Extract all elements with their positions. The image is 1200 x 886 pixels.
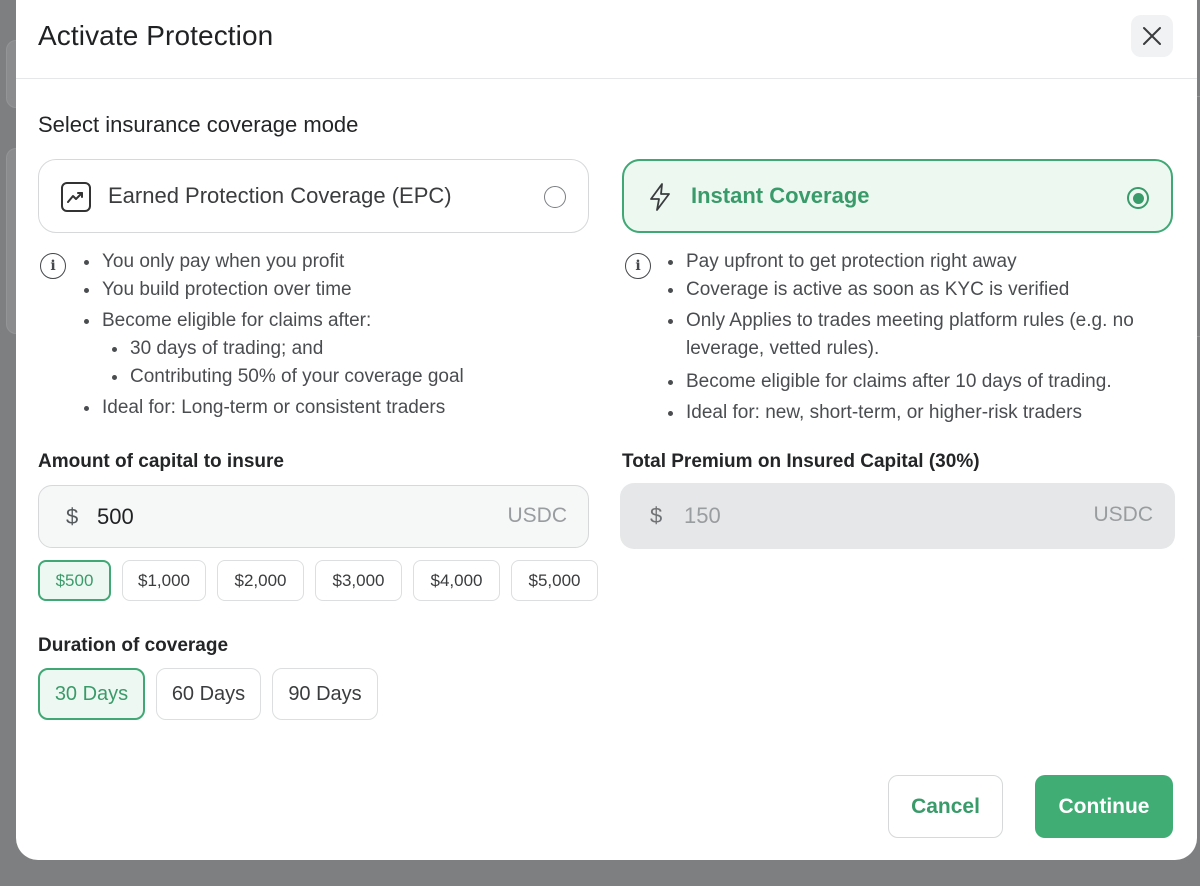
- lightning-icon: [650, 183, 670, 211]
- cancel-button[interactable]: Cancel: [888, 775, 1003, 838]
- list-item: You only pay when you profit: [82, 248, 464, 276]
- duration-option-90[interactable]: 90 Days: [272, 668, 378, 720]
- amount-unit: USDC: [507, 504, 567, 527]
- list-item: Only Applies to trades meeting platform …: [666, 307, 1134, 335]
- instant-mode-card[interactable]: Instant Coverage: [622, 159, 1173, 233]
- premium-field: $ 150 USDC: [620, 483, 1175, 549]
- amount-preset-5000[interactable]: $5,000: [511, 560, 598, 601]
- modal-title: Activate Protection: [38, 20, 274, 51]
- currency-symbol: $: [66, 504, 79, 529]
- list-item: 30 days of trading; and: [82, 335, 464, 363]
- list-item: Contributing 50% of your coverage goal: [82, 363, 464, 391]
- close-icon: [1143, 27, 1161, 45]
- epc-mode-card[interactable]: Earned Protection Coverage (EPC): [38, 159, 589, 233]
- duration-option-30[interactable]: 30 Days: [38, 668, 145, 720]
- list-item: Pay upfront to get protection right away: [666, 248, 1134, 276]
- amount-preset-500[interactable]: $500: [38, 560, 111, 601]
- list-item: Ideal for: Long-term or consistent trade…: [82, 394, 464, 422]
- amount-preset-4000[interactable]: $4,000: [413, 560, 500, 601]
- amount-value[interactable]: 500: [97, 504, 134, 530]
- premium-label: Total Premium on Insured Capital (30%): [622, 451, 980, 472]
- premium-unit: USDC: [1093, 503, 1153, 526]
- amount-preset-2000[interactable]: $2,000: [217, 560, 304, 601]
- trending-up-icon: [61, 182, 91, 212]
- activate-protection-modal: Activate Protection Select insurance cov…: [16, 0, 1197, 860]
- instant-bullet-list: Pay upfront to get protection right away…: [666, 248, 1134, 427]
- instant-mode-label: Instant Coverage: [691, 183, 870, 208]
- list-item: Become eligible for claims after 10 days…: [666, 368, 1134, 396]
- duration-option-60[interactable]: 60 Days: [156, 668, 261, 720]
- list-item: You build protection over time: [82, 276, 464, 304]
- list-item-continuation: leverage, vetted rules).: [686, 338, 880, 359]
- instant-radio[interactable]: [1127, 187, 1149, 209]
- list-item: Ideal for: new, short-term, or higher-ri…: [666, 399, 1134, 427]
- info-icon: i: [625, 253, 651, 279]
- epc-radio[interactable]: [544, 186, 566, 208]
- amount-preset-1000[interactable]: $1,000: [122, 560, 206, 601]
- amount-label: Amount of capital to insure: [38, 451, 284, 472]
- continue-button[interactable]: Continue: [1035, 775, 1173, 838]
- modal-header: Activate Protection: [16, 0, 1197, 79]
- epc-bullet-list: You only pay when you profit You build p…: [82, 248, 464, 422]
- close-button[interactable]: [1131, 15, 1173, 57]
- currency-symbol: $: [650, 503, 663, 528]
- amount-input[interactable]: $ 500 USDC: [38, 485, 589, 548]
- amount-preset-3000[interactable]: $3,000: [315, 560, 402, 601]
- info-icon: i: [40, 253, 66, 279]
- coverage-mode-label: Select insurance coverage mode: [38, 112, 359, 137]
- list-item: Become eligible for claims after:: [82, 307, 464, 335]
- radio-selected-dot: [1132, 192, 1144, 204]
- duration-label: Duration of coverage: [38, 635, 229, 656]
- list-item: Coverage is active as soon as KYC is ver…: [666, 276, 1134, 304]
- premium-value: 150: [684, 503, 721, 528]
- epc-mode-label: Earned Protection Coverage (EPC): [108, 183, 452, 208]
